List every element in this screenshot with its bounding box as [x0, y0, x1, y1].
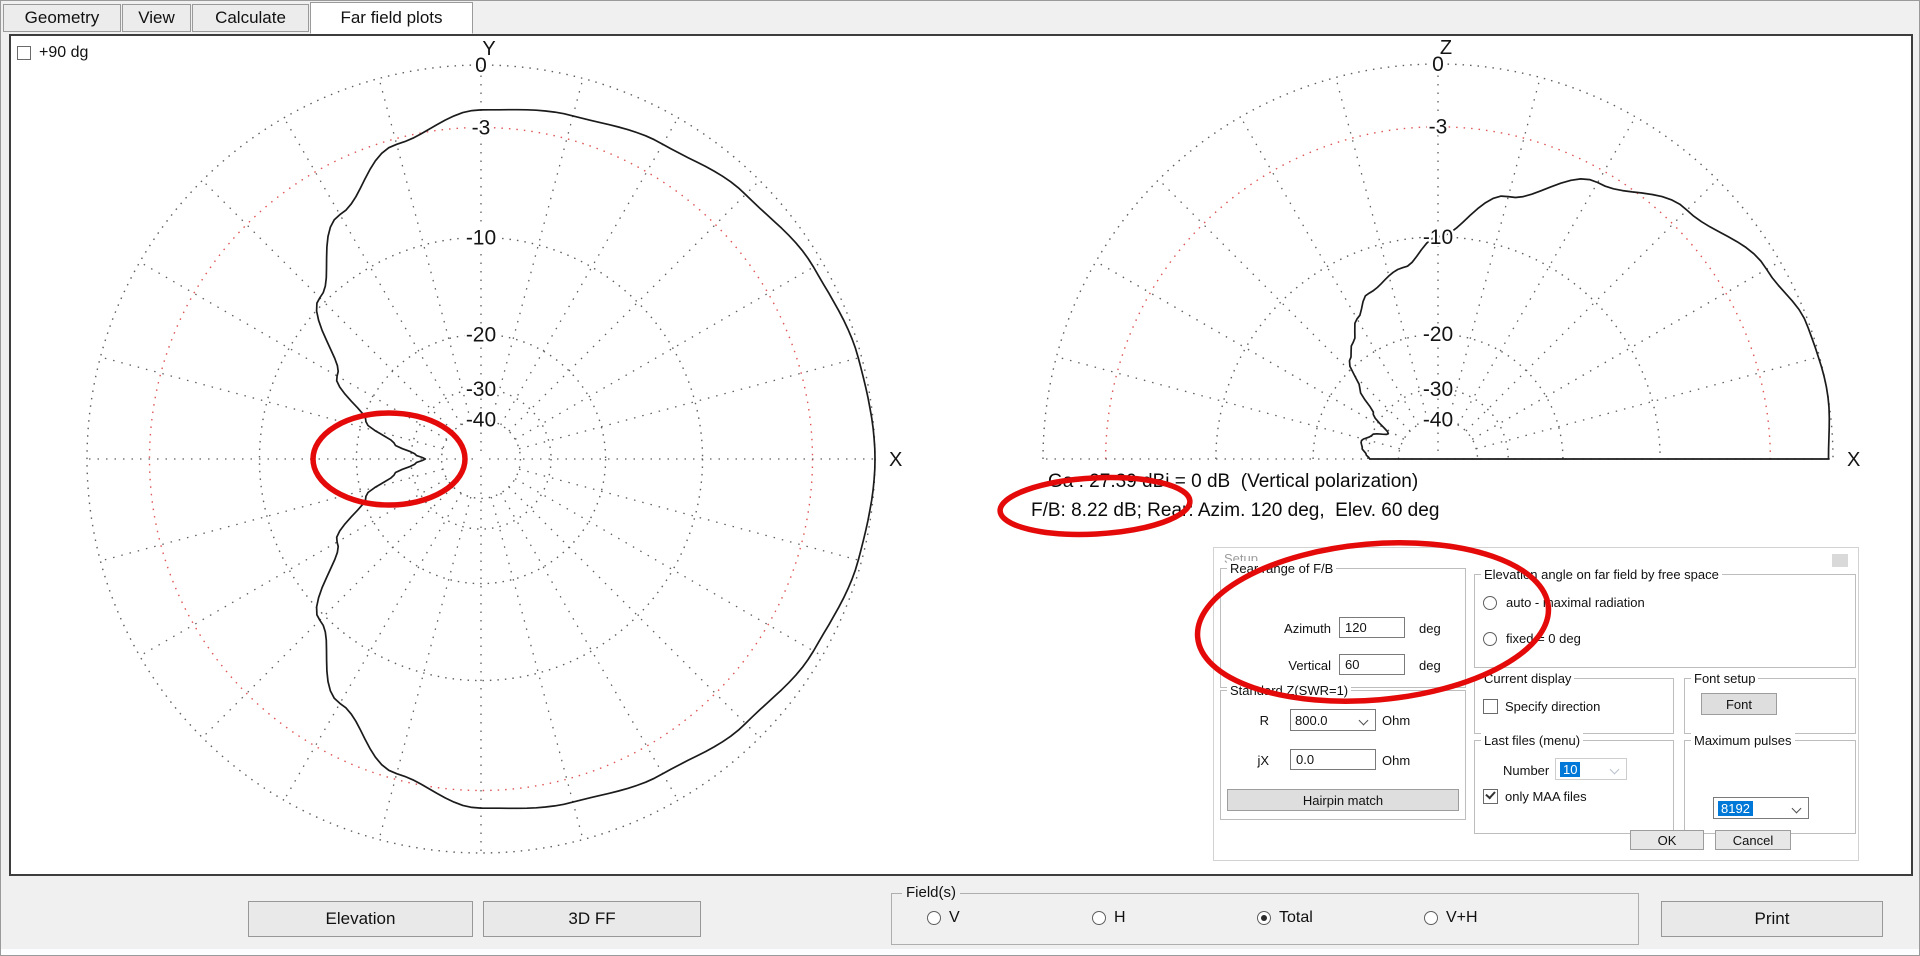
fields-group: Field(s) V H Total V+H — [891, 893, 1639, 945]
vertical-unit: deg — [1419, 658, 1441, 673]
radio-icon — [1424, 911, 1438, 925]
jx-label: jX — [1229, 753, 1269, 768]
mmana-far-field-window: Geometry View Calculate Far field plots … — [0, 0, 1920, 956]
tab-calculate[interactable]: Calculate — [192, 4, 309, 32]
gain-result-text: Ga : 27.39 dBi = 0 dB (Vertical polariza… — [1048, 471, 1418, 493]
r-combobox[interactable]: 800.0 — [1290, 709, 1376, 731]
checkbox-icon — [1483, 699, 1498, 714]
only-maa-files-checkbox[interactable]: only MAA files — [1483, 789, 1587, 804]
radio-field-v-label: V — [949, 909, 960, 927]
group-standard-z: Standard Z(SWR=1) R 800.0 Ohm jX 0.0 Ohm… — [1220, 690, 1466, 820]
bottom-strip — [1, 949, 1920, 956]
group-rear-range: Rear range of F/B Azimuth 120 deg Vertic… — [1220, 568, 1466, 688]
tab-view[interactable]: View — [122, 4, 191, 32]
checkbox-checked-icon — [1483, 789, 1498, 804]
specify-direction-label: Specify direction — [1505, 699, 1600, 714]
tab-geometry[interactable]: Geometry — [3, 4, 121, 32]
group-elevation-angle-title: Elevation angle on far field by free spa… — [1481, 567, 1722, 582]
number-value: 10 — [1560, 762, 1580, 777]
ok-button[interactable]: OK — [1630, 830, 1704, 850]
radio-auto-maximal-label: auto - maximal radiation — [1506, 595, 1645, 610]
radio-field-h[interactable]: H — [1092, 909, 1126, 927]
tab-bar: Geometry View Calculate Far field plots — [1, 1, 1919, 34]
jx-input[interactable]: 0.0 — [1290, 749, 1376, 770]
tab-far-field-plots[interactable]: Far field plots — [310, 2, 473, 34]
group-last-files-title: Last files (menu) — [1481, 733, 1583, 748]
radio-icon — [927, 911, 941, 925]
radio-field-h-label: H — [1114, 909, 1126, 927]
group-standard-z-title: Standard Z(SWR=1) — [1227, 683, 1351, 698]
r-label: R — [1229, 713, 1269, 728]
azimuth-unit: deg — [1419, 621, 1441, 636]
radio-icon — [1092, 911, 1106, 925]
hairpin-match-button[interactable]: Hairpin match — [1227, 789, 1459, 811]
group-maximum-pulses-title: Maximum pulses — [1691, 733, 1795, 748]
radio-fixed-zero[interactable]: fixed = 0 deg — [1483, 631, 1581, 646]
number-combobox[interactable]: 10 — [1555, 758, 1627, 780]
radio-field-total[interactable]: Total — [1257, 909, 1313, 927]
plus90-checkbox[interactable]: +90 dg — [17, 44, 88, 62]
group-last-files: Last files (menu) Number 10 only MAA fil… — [1474, 740, 1674, 834]
maximum-pulses-value: 8192 — [1718, 801, 1753, 816]
fields-group-title: Field(s) — [902, 884, 960, 901]
jx-unit: Ohm — [1382, 753, 1410, 768]
plus90-checkbox-box[interactable] — [17, 46, 31, 60]
group-maximum-pulses: Maximum pulses 8192 — [1684, 740, 1856, 834]
r-unit: Ohm — [1382, 713, 1410, 728]
maximum-pulses-combobox[interactable]: 8192 — [1713, 797, 1809, 819]
vertical-input[interactable]: 60 — [1339, 654, 1405, 675]
group-rear-range-title: Rear range of F/B — [1227, 561, 1336, 576]
elevation-button[interactable]: Elevation — [248, 901, 473, 937]
cancel-button[interactable]: Cancel — [1715, 830, 1791, 850]
plus90-checkbox-label: +90 dg — [39, 44, 88, 62]
radio-icon — [1483, 632, 1497, 646]
chevron-down-icon — [1359, 716, 1369, 726]
radio-selected-icon — [1257, 911, 1271, 925]
r-value: 800.0 — [1295, 713, 1328, 728]
radio-field-vh-label: V+H — [1446, 909, 1478, 927]
radio-field-total-label: Total — [1279, 909, 1313, 927]
specify-direction-checkbox[interactable]: Specify direction — [1483, 699, 1600, 714]
radio-auto-maximal[interactable]: auto - maximal radiation — [1483, 595, 1645, 610]
group-elevation-angle: Elevation angle on far field by free spa… — [1474, 574, 1856, 668]
group-current-display: Current display Specify direction — [1474, 678, 1674, 734]
radio-field-vh[interactable]: V+H — [1424, 909, 1478, 927]
dialog-corner-button[interactable] — [1832, 554, 1848, 567]
radio-fixed-zero-label: fixed = 0 deg — [1506, 631, 1581, 646]
only-maa-files-label: only MAA files — [1505, 789, 1587, 804]
radio-icon — [1483, 596, 1497, 610]
number-label: Number — [1503, 763, 1549, 778]
group-font-setup-title: Font setup — [1691, 671, 1758, 686]
azimuth-label: Azimuth — [1273, 621, 1331, 636]
3d-ff-button[interactable]: 3D FF — [483, 901, 701, 937]
setup-dialog: Setup Rear range of F/B Azimuth 120 deg … — [1213, 547, 1859, 861]
vertical-label: Vertical — [1273, 658, 1331, 673]
font-button[interactable]: Font — [1701, 693, 1777, 715]
chevron-down-icon — [1610, 765, 1620, 775]
group-font-setup: Font setup Font — [1684, 678, 1856, 734]
fb-result-text: F/B: 8.22 dB; Rear: Azim. 120 deg, Elev.… — [1031, 500, 1439, 522]
print-button[interactable]: Print — [1661, 901, 1883, 937]
chevron-down-icon — [1792, 804, 1802, 814]
group-current-display-title: Current display — [1481, 671, 1574, 686]
azimuth-input[interactable]: 120 — [1339, 617, 1405, 638]
radio-field-v[interactable]: V — [927, 909, 960, 927]
